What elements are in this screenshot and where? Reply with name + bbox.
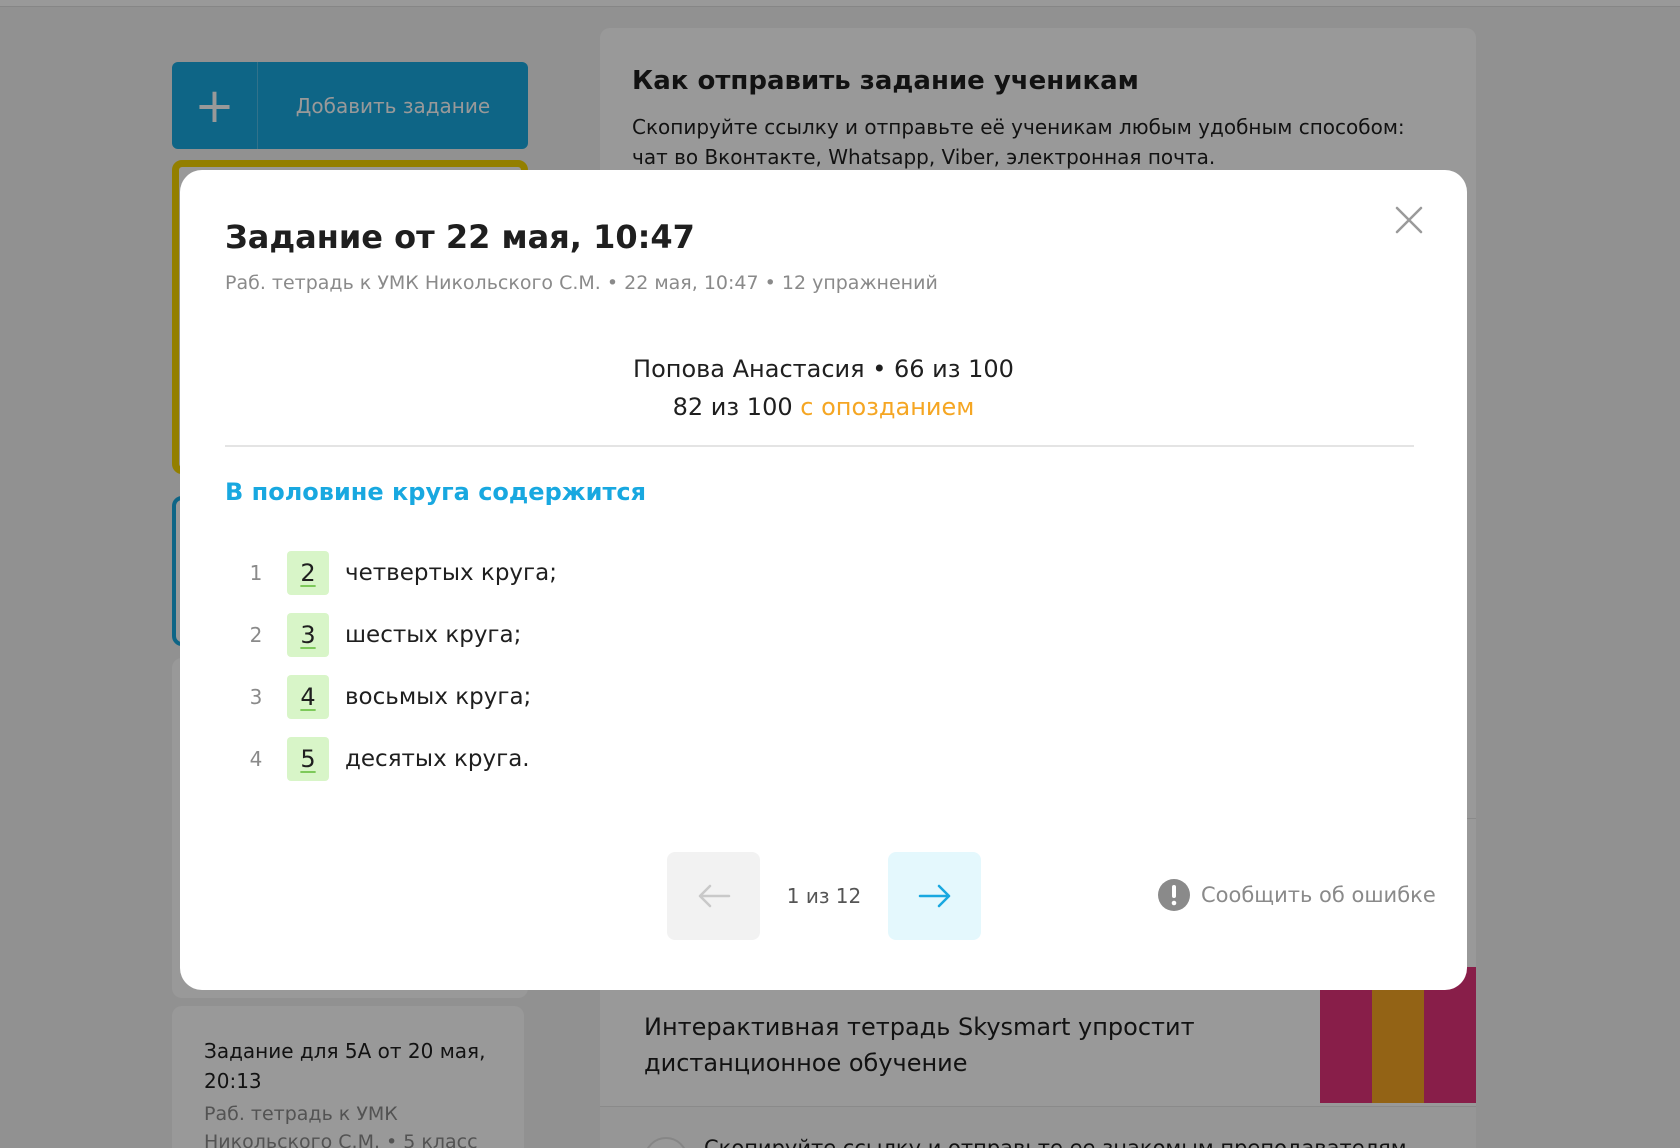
answer-text: десятых круга. bbox=[345, 746, 530, 772]
answer-value: 3 bbox=[287, 613, 329, 657]
answer-text: восьмых круга; bbox=[345, 684, 532, 710]
arrow-left-icon bbox=[698, 884, 730, 908]
exclamation-icon bbox=[1158, 879, 1190, 911]
answer-text: шестых круга; bbox=[345, 622, 522, 648]
next-button[interactable] bbox=[888, 852, 981, 940]
report-error-label: Сообщить об ошибке bbox=[1201, 883, 1436, 907]
answer-row: 4 5 десятых круга. bbox=[225, 728, 557, 790]
modal-title: Задание от 22 мая, 10:47 bbox=[225, 218, 695, 256]
answer-row: 2 3 шестых круга; bbox=[225, 604, 557, 666]
task-result-modal: Задание от 22 мая, 10:47 Раб. тетрадь к … bbox=[180, 170, 1467, 990]
answer-value: 5 bbox=[287, 737, 329, 781]
answer-value: 2 bbox=[287, 551, 329, 595]
answer-number: 4 bbox=[249, 747, 263, 771]
prev-button[interactable] bbox=[667, 852, 760, 940]
answer-list: 1 2 четвертых круга; 2 3 шестых круга; 3… bbox=[225, 542, 557, 790]
student-result: Попова Анастасия • 66 из 100 82 из 100 с… bbox=[180, 350, 1467, 426]
answer-row: 1 2 четвертых круга; bbox=[225, 542, 557, 604]
report-error-button[interactable]: Сообщить об ошибке bbox=[1157, 878, 1436, 912]
answer-number: 2 bbox=[249, 623, 263, 647]
pagination: 1 из 12 bbox=[667, 852, 981, 940]
late-score: 82 из 100 bbox=[672, 393, 793, 421]
answer-row: 3 4 восьмых круга; bbox=[225, 666, 557, 728]
answer-number: 1 bbox=[249, 561, 263, 585]
arrow-right-icon bbox=[918, 884, 950, 908]
student-line: Попова Анастасия • 66 из 100 bbox=[633, 355, 1014, 383]
score-line: 82 из 100 с опозданием bbox=[180, 388, 1467, 426]
answer-number: 3 bbox=[249, 685, 263, 709]
late-label: с опозданием bbox=[800, 393, 975, 421]
answer-text: четвертых круга; bbox=[345, 560, 557, 586]
modal-meta: Раб. тетрадь к УМК Никольского С.М. • 22… bbox=[225, 272, 938, 294]
page-indicator: 1 из 12 bbox=[786, 884, 862, 908]
close-icon[interactable] bbox=[1389, 200, 1429, 240]
question-title: В половине круга содержится bbox=[225, 478, 647, 506]
divider bbox=[225, 445, 1414, 447]
answer-value: 4 bbox=[287, 675, 329, 719]
